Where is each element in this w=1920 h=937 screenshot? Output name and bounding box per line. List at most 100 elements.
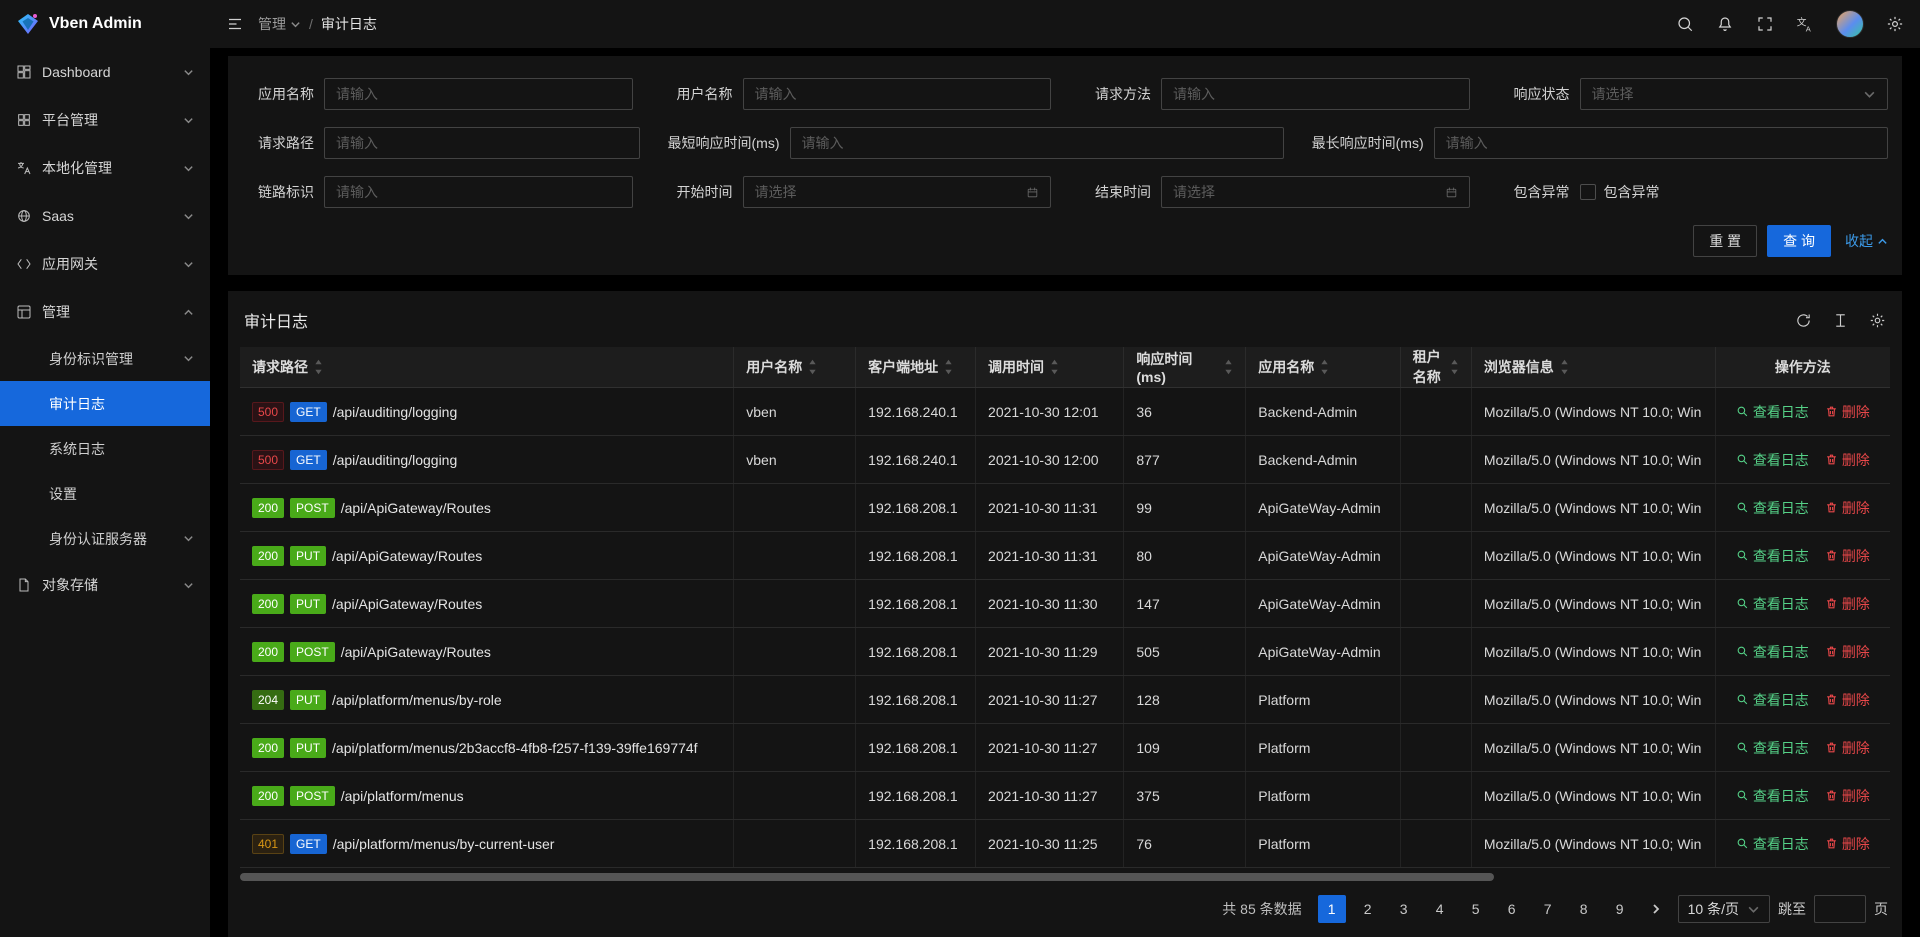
view-log-button[interactable]: 查看日志 bbox=[1736, 690, 1809, 710]
view-log-button[interactable]: 查看日志 bbox=[1736, 834, 1809, 854]
delete-button[interactable]: 删除 bbox=[1825, 834, 1870, 854]
query-button[interactable]: 查 询 bbox=[1767, 225, 1831, 257]
field-label: 用户名称 bbox=[661, 84, 733, 104]
refresh-icon[interactable] bbox=[1795, 312, 1812, 329]
column-settings-icon[interactable] bbox=[1869, 312, 1886, 329]
collapse-toggle[interactable]: 收起 bbox=[1845, 231, 1888, 251]
page-button-5[interactable]: 5 bbox=[1462, 895, 1490, 923]
request-path-input[interactable] bbox=[324, 127, 640, 159]
col-header-response-time[interactable]: 响应时间(ms) bbox=[1124, 347, 1246, 388]
view-log-button[interactable]: 查看日志 bbox=[1736, 546, 1809, 566]
col-header-app-name[interactable]: 应用名称 bbox=[1246, 347, 1400, 388]
col-header-user-name[interactable]: 用户名称 bbox=[734, 347, 856, 388]
reset-button[interactable]: 重 置 bbox=[1693, 225, 1757, 257]
page-size-select[interactable]: 10 条/页 bbox=[1678, 895, 1770, 923]
sidebar-item-platform[interactable]: 平台管理 bbox=[0, 96, 210, 144]
app-name-input[interactable] bbox=[324, 78, 633, 110]
col-header-browser[interactable]: 浏览器信息 bbox=[1471, 347, 1715, 388]
table-row: 500GET/api/auditing/logging vben 192.168… bbox=[240, 436, 1890, 484]
sidebar-item-gateway[interactable]: 应用网关 bbox=[0, 240, 210, 288]
trace-id-input[interactable] bbox=[324, 176, 633, 208]
page-button-6[interactable]: 6 bbox=[1498, 895, 1526, 923]
end-time-picker[interactable]: 请选择 bbox=[1161, 176, 1470, 208]
sort-icons bbox=[944, 358, 953, 376]
request-path: /api/platform/menus/2b3accf8-4fb8-f257-f… bbox=[332, 740, 698, 756]
delete-button[interactable]: 删除 bbox=[1825, 402, 1870, 422]
start-time-picker[interactable]: 请选择 bbox=[743, 176, 1052, 208]
trash-icon bbox=[1825, 789, 1838, 802]
delete-button[interactable]: 删除 bbox=[1825, 786, 1870, 806]
cell-user bbox=[734, 772, 856, 820]
delete-button[interactable]: 删除 bbox=[1825, 642, 1870, 662]
col-label: 应用名称 bbox=[1258, 357, 1314, 377]
delete-button[interactable]: 删除 bbox=[1825, 690, 1870, 710]
avatar[interactable] bbox=[1836, 10, 1864, 38]
view-log-button[interactable]: 查看日志 bbox=[1736, 498, 1809, 518]
field-label: 链路标识 bbox=[242, 182, 314, 202]
cell-client-ip: 192.168.208.1 bbox=[856, 532, 976, 580]
view-log-button[interactable]: 查看日志 bbox=[1736, 642, 1809, 662]
view-log-button[interactable]: 查看日志 bbox=[1736, 786, 1809, 806]
delete-button[interactable]: 删除 bbox=[1825, 594, 1870, 614]
page-size-value: 10 条/页 bbox=[1688, 899, 1739, 919]
sidebar-item-settings[interactable]: 设置 bbox=[0, 471, 210, 516]
sidebar-item-manage[interactable]: 管理 bbox=[0, 288, 210, 336]
page-button-2[interactable]: 2 bbox=[1354, 895, 1382, 923]
page-button-4[interactable]: 4 bbox=[1426, 895, 1454, 923]
gear-icon[interactable] bbox=[1886, 15, 1904, 33]
delete-button[interactable]: 删除 bbox=[1825, 498, 1870, 518]
page-button-3[interactable]: 3 bbox=[1390, 895, 1418, 923]
include-exception-checkbox[interactable] bbox=[1580, 184, 1596, 200]
response-status-select[interactable]: 请选择 bbox=[1580, 78, 1889, 110]
fullscreen-icon[interactable] bbox=[1756, 15, 1774, 33]
sidebar-item-localization[interactable]: 本地化管理 bbox=[0, 144, 210, 192]
row-height-icon[interactable] bbox=[1832, 312, 1849, 329]
page-button-8[interactable]: 8 bbox=[1570, 895, 1598, 923]
next-page-button[interactable] bbox=[1642, 895, 1670, 923]
sidebar-item-label: 身份标识管理 bbox=[49, 349, 173, 369]
scrollbar-thumb[interactable] bbox=[240, 873, 1494, 881]
col-header-tenant[interactable]: 租户名称 bbox=[1400, 347, 1471, 388]
delete-button[interactable]: 删除 bbox=[1825, 546, 1870, 566]
breadcrumb-item-manage[interactable]: 管理 bbox=[258, 14, 301, 34]
breadcrumb: 管理 / 审计日志 bbox=[258, 14, 377, 34]
status-badge: 200 bbox=[252, 546, 284, 566]
sidebar-item-identity[interactable]: 身份标识管理 bbox=[0, 336, 210, 381]
col-header-client-ip[interactable]: 客户端地址 bbox=[856, 347, 976, 388]
table-tools bbox=[1795, 312, 1886, 329]
search-icon[interactable] bbox=[1676, 15, 1694, 33]
bell-icon[interactable] bbox=[1716, 15, 1734, 33]
translate-icon[interactable]: 文A bbox=[1796, 15, 1814, 33]
page-button-1[interactable]: 1 bbox=[1318, 895, 1346, 923]
page-button-7[interactable]: 7 bbox=[1534, 895, 1562, 923]
page-button-9[interactable]: 9 bbox=[1606, 895, 1634, 923]
jump-page-input[interactable] bbox=[1814, 895, 1866, 923]
sidebar-item-saas[interactable]: Saas bbox=[0, 192, 210, 240]
main-area: 管理 / 审计日志 文A 应用名称 bbox=[210, 0, 1920, 937]
view-log-button[interactable]: 查看日志 bbox=[1736, 402, 1809, 422]
max-response-time-input[interactable] bbox=[1434, 127, 1888, 159]
sidebar-item-dashboard[interactable]: Dashboard bbox=[0, 48, 210, 96]
col-header-request-path[interactable]: 请求路径 bbox=[240, 347, 734, 388]
min-response-time-input[interactable] bbox=[790, 127, 1284, 159]
view-log-button[interactable]: 查看日志 bbox=[1736, 450, 1809, 470]
logo[interactable]: Vben Admin bbox=[0, 0, 210, 48]
view-log-button[interactable]: 查看日志 bbox=[1736, 594, 1809, 614]
cell-app-name: ApiGateWay-Admin bbox=[1246, 580, 1400, 628]
sidebar-item-object-storage[interactable]: 对象存储 bbox=[0, 561, 210, 609]
sidebar-item-audit-log[interactable]: 审计日志 bbox=[0, 381, 210, 426]
view-log-button[interactable]: 查看日志 bbox=[1736, 738, 1809, 758]
cell-time: 2021-10-30 11:27 bbox=[976, 772, 1124, 820]
request-method-input[interactable] bbox=[1161, 78, 1470, 110]
sidebar-item-system-log[interactable]: 系统日志 bbox=[0, 426, 210, 471]
delete-button[interactable]: 删除 bbox=[1825, 738, 1870, 758]
delete-button[interactable]: 删除 bbox=[1825, 450, 1870, 470]
sidebar-item-auth-server[interactable]: 身份认证服务器 bbox=[0, 516, 210, 561]
col-header-call-time[interactable]: 调用时间 bbox=[976, 347, 1124, 388]
cell-actions: 查看日志删除 bbox=[1715, 580, 1890, 628]
table-row: 401GET/api/platform/menus/by-current-use… bbox=[240, 820, 1890, 868]
cell-response-ms: 147 bbox=[1124, 580, 1246, 628]
cell-time: 2021-10-30 12:01 bbox=[976, 388, 1124, 436]
sidebar-collapse-icon[interactable] bbox=[226, 15, 244, 33]
user-name-input[interactable] bbox=[743, 78, 1052, 110]
